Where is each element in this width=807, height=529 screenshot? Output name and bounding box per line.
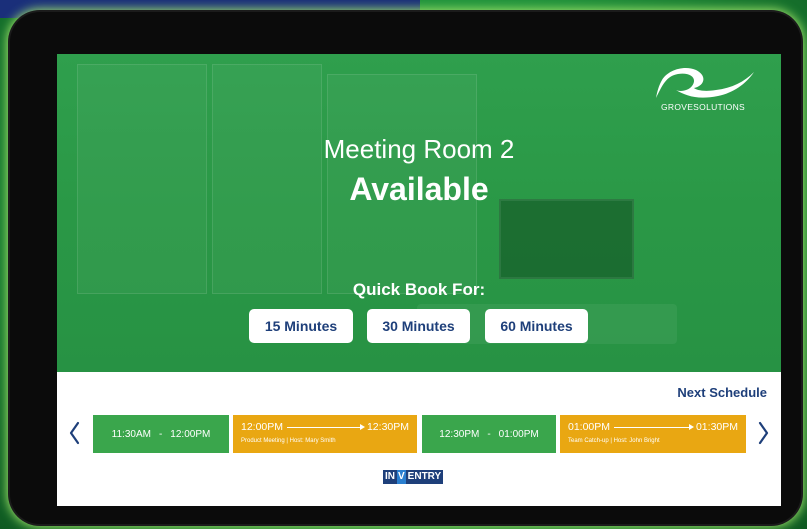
slot-title: Team Catch-up — [568, 438, 609, 444]
chevron-right-icon[interactable] — [755, 418, 773, 448]
arrow-line — [287, 423, 365, 430]
schedule-slot-booked[interactable]: 01:00PM 01:30PM Team Catch-up | Host: Jo… — [560, 415, 746, 453]
logo-text: GROVESOLUTIONS — [660, 102, 746, 112]
slot-start-time: 12:00PM — [241, 421, 284, 433]
next-schedule-heading: Next Schedule — [677, 385, 767, 400]
schedule-slot-free[interactable]: 11:30AM - 12:00PM — [93, 415, 229, 453]
slot-end-time: 12:30PM — [366, 421, 409, 433]
brand-part: IN — [383, 470, 397, 484]
quick-book-60-button[interactable]: 60 Minutes — [485, 309, 588, 343]
slot-separator: - — [487, 428, 491, 440]
brand-part: V — [397, 470, 406, 484]
hero-panel: GROVESOLUTIONS Meeting Room 2 Available … — [57, 54, 781, 372]
slot-start-time: 11:30AM — [111, 428, 151, 440]
room-status: Available — [349, 171, 489, 207]
slot-separator: - — [158, 428, 163, 440]
background-tv — [499, 199, 634, 279]
room-name: Meeting Room 2 — [323, 134, 515, 164]
quick-book-label: Quick Book For: — [352, 280, 486, 299]
slot-end-time: 12:00PM — [170, 428, 211, 440]
chevron-left-icon[interactable] — [65, 418, 83, 448]
inventry-logo: IN V ENTRY — [383, 470, 444, 484]
slot-host: Host: Mary Smith — [289, 438, 336, 444]
arrow-line — [614, 423, 694, 430]
slot-end-time: 01:30PM — [695, 421, 738, 433]
room-display-screen: GROVESOLUTIONS Meeting Room 2 Available … — [57, 54, 781, 506]
quick-book-15-button[interactable]: 15 Minutes — [249, 309, 353, 343]
slot-host: Host: John Bright — [613, 438, 660, 444]
slot-start-time: 12:30PM — [439, 428, 480, 440]
tablet-frame: GROVESOLUTIONS Meeting Room 2 Available … — [10, 12, 801, 524]
grovesolutions-logo: GROVESOLUTIONS — [643, 66, 763, 118]
slot-end-time: 01:00PM — [498, 428, 539, 440]
slot-start-time: 01:00PM — [568, 421, 611, 433]
slot-title: Product Meeting — [241, 438, 285, 444]
schedule-slot-free[interactable]: 12:30PM - 01:00PM — [422, 415, 556, 453]
grove-swoosh-icon — [656, 68, 754, 98]
quick-book-30-button[interactable]: 30 Minutes — [367, 309, 470, 343]
schedule-slot-booked[interactable]: 12:00PM 12:30PM Product Meeting | Host: … — [233, 415, 417, 453]
brand-part: ENTRY — [405, 470, 444, 484]
